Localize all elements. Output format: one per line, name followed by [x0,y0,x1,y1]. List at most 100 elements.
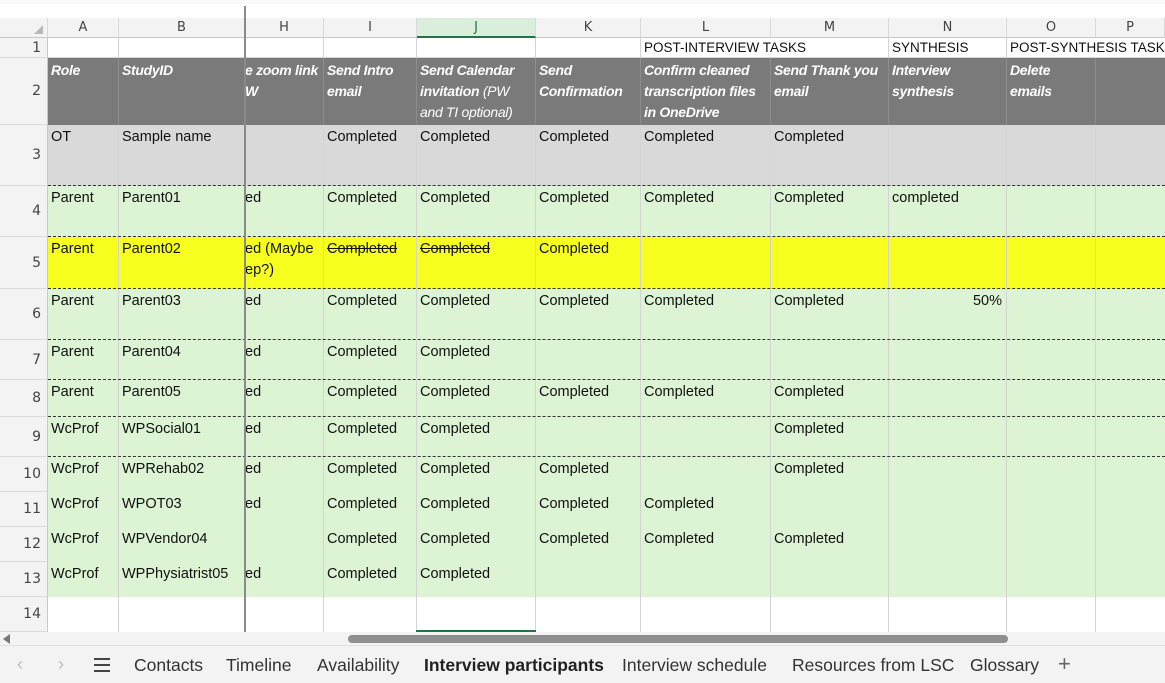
cell-send-confirmation[interactable]: Completed [536,527,641,562]
cell-confirm-transcription[interactable]: Completed [641,125,771,185]
cell-confirm-transcription[interactable] [641,562,771,597]
cell-send-intro[interactable]: Completed [324,380,417,416]
cell-h1[interactable] [245,38,324,57]
cell-synthesis[interactable]: 50% [889,289,1007,339]
cell-delete-emails[interactable] [1007,289,1096,339]
tab-contacts[interactable]: Contacts [134,655,203,676]
column-header-a[interactable]: A [48,18,119,38]
cell-role[interactable]: Parent [48,380,119,416]
cell-empty[interactable] [1007,597,1096,632]
cell-send-thank-you[interactable]: Completed [771,186,889,236]
tab-glossary[interactable]: Glossary [970,655,1039,676]
cell-role[interactable]: Parent [48,289,119,339]
row-header-9[interactable]: 9 [0,417,48,457]
cell-study-id[interactable]: WPVendor04 [119,527,245,562]
row-header-7[interactable]: 7 [0,340,48,380]
tab-resources-from-lsc[interactable]: Resources from LSC [792,655,954,676]
cell-study-id[interactable]: WPPhysiatrist05 [119,562,245,597]
cell-study-id[interactable]: WPSocial01 [119,417,245,456]
cell-send-intro[interactable]: Completed [324,492,417,527]
cell-send-calendar[interactable]: Completed [417,417,536,456]
cell-role[interactable]: WcProf [48,457,119,492]
cell-p[interactable] [1096,289,1165,339]
cell-send-calendar[interactable]: Completed [417,527,536,562]
cell-send-thank-you[interactable] [771,237,889,288]
tab-interview-participants[interactable]: Interview participants [424,655,604,676]
cell-delete-emails[interactable] [1007,186,1096,236]
header-cell-p[interactable] [1096,58,1165,125]
cell-send-confirmation[interactable]: Completed [536,380,641,416]
cell-confirm-transcription[interactable]: Completed [641,492,771,527]
cell-zoom-link[interactable]: ed [245,186,324,236]
cell-synthesis[interactable] [889,125,1007,185]
cell-send-confirmation[interactable]: Completed [536,457,641,492]
cell-delete-emails[interactable] [1007,237,1096,288]
freeze-pane-divider[interactable] [244,6,246,632]
cell-send-confirmation[interactable]: Completed [536,237,641,288]
cell-role[interactable]: WcProf [48,492,119,527]
cell-synthesis[interactable] [889,457,1007,492]
column-header-l[interactable]: L [641,18,771,38]
cell-send-thank-you[interactable]: Completed [771,417,889,456]
cell-synthesis[interactable] [889,417,1007,456]
row-header-8[interactable]: 8 [0,380,48,417]
cell-role[interactable]: WcProf [48,527,119,562]
cell-p[interactable] [1096,457,1165,492]
cell-synthesis[interactable] [889,492,1007,527]
cell-p[interactable] [1096,492,1165,527]
cell-send-intro[interactable]: Completed [324,289,417,339]
cell-send-intro[interactable]: Completed [324,527,417,562]
row-header-12[interactable]: 12 [0,527,48,562]
cell-send-calendar[interactable]: Completed [417,186,536,236]
cell-send-confirmation[interactable] [536,340,641,379]
cell-zoom-link[interactable]: ed [245,340,324,379]
cell-study-id[interactable]: Parent03 [119,289,245,339]
cell-k1[interactable] [536,38,641,57]
cell-delete-emails[interactable] [1007,527,1096,562]
cell-send-confirmation[interactable]: Completed [536,492,641,527]
cell-zoom-link[interactable]: ed (Maybe ep?) [245,237,324,288]
cell-send-thank-you[interactable] [771,340,889,379]
cell-synthesis[interactable] [889,380,1007,416]
cell-confirm-transcription[interactable] [641,417,771,456]
cell-synthesis[interactable] [889,340,1007,379]
cell-send-intro[interactable]: Completed [324,457,417,492]
cell-send-calendar[interactable]: Completed [417,492,536,527]
cell-send-intro[interactable]: Completed [324,186,417,236]
cell-send-thank-you[interactable] [771,492,889,527]
cell-i1[interactable] [324,38,417,57]
cell-send-thank-you[interactable]: Completed [771,125,889,185]
cell-zoom-link[interactable]: ed [245,562,324,597]
cell-send-confirmation[interactable]: Completed [536,125,641,185]
tab-interview-schedule[interactable]: Interview schedule [622,655,767,676]
cell-synthesis[interactable] [889,562,1007,597]
column-header-i[interactable]: I [324,18,417,38]
cell-confirm-transcription[interactable] [641,237,771,288]
cell-send-thank-you[interactable]: Completed [771,289,889,339]
cell-j1[interactable] [417,38,536,57]
row-header-14[interactable]: 14 [0,597,48,632]
cell-role[interactable]: WcProf [48,562,119,597]
header-zoom-link[interactable]: e zoom link W [245,58,324,125]
column-header-p[interactable]: P [1096,18,1165,38]
cell-role[interactable]: Parent [48,340,119,379]
cell-send-confirmation[interactable]: Completed [536,186,641,236]
cell-b1[interactable] [119,38,245,57]
cell-study-id[interactable]: Parent01 [119,186,245,236]
cell-confirm-transcription[interactable]: Completed [641,289,771,339]
chevron-left-icon[interactable]: ‹ [17,654,23,675]
row-header-2[interactable]: 2 [0,58,48,125]
column-header-n[interactable]: N [889,18,1007,38]
cell-zoom-link[interactable] [245,125,324,185]
tab-timeline[interactable]: Timeline [226,655,291,676]
cell-p[interactable] [1096,125,1165,185]
row-header-1[interactable]: 1 [0,38,48,58]
select-all-corner[interactable] [0,18,48,38]
cell-send-intro[interactable]: Completed [324,125,417,185]
cell-delete-emails[interactable] [1007,417,1096,456]
cell-send-calendar[interactable]: Completed [417,125,536,185]
spreadsheet-grid[interactable]: A B H I J K L M N O P 1 2 3 4 5 6 7 8 9 … [0,0,1165,632]
cell-send-calendar[interactable]: Completed [417,380,536,416]
cell-send-calendar[interactable]: Completed [417,457,536,492]
cell-send-intro[interactable]: Completed [324,340,417,379]
